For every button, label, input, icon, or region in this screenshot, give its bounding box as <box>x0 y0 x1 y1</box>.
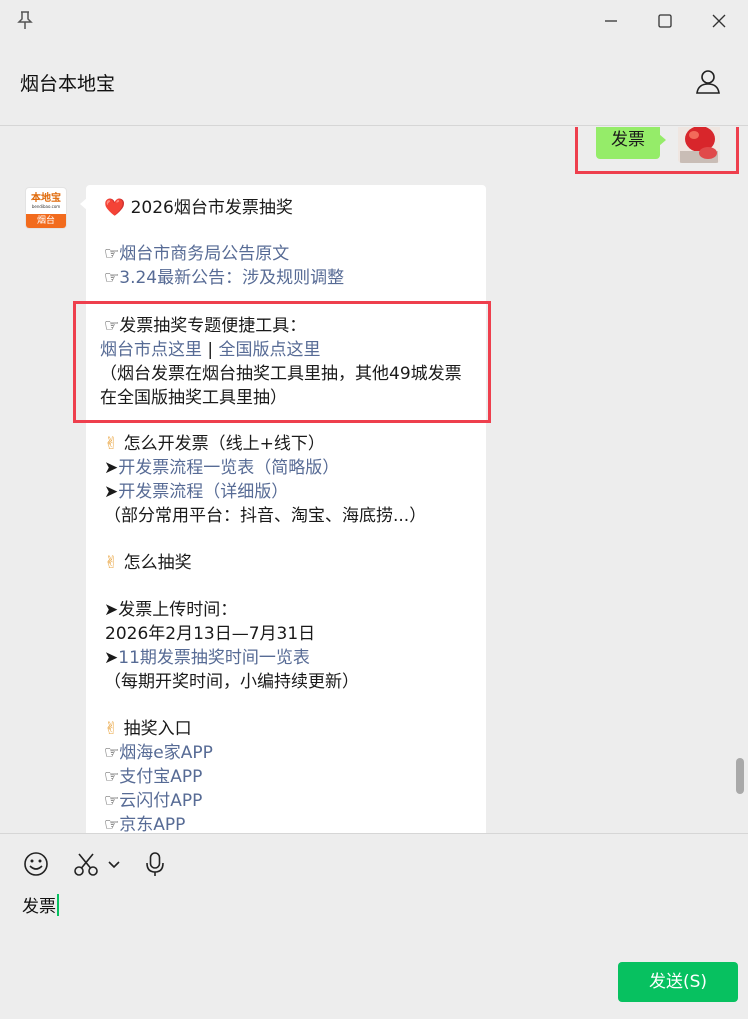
message-heading: 2026烟台市发票抽奖 <box>130 198 293 218</box>
link-entry-jd[interactable]: 京东APP <box>119 815 185 833</box>
scissors-icon[interactable] <box>72 850 100 878</box>
microphone-icon[interactable] <box>141 850 169 878</box>
link-separator: | <box>207 340 214 360</box>
link-update[interactable]: 3.24最新公告：涉及规则调整 <box>119 268 344 288</box>
tools-note-line1: （烟台发票在烟台抽奖工具里抽，其他49城发票 <box>100 364 462 384</box>
pointer-icon: ☞ <box>104 316 120 336</box>
close-icon[interactable] <box>708 10 730 32</box>
upload-time-label: 发票上传时间： <box>118 600 238 620</box>
tools-title: 发票抽奖专题便捷工具： <box>119 316 307 336</box>
chat-header: 烟台本地宝 <box>0 56 748 126</box>
bot-avatar-city: 烟台 <box>26 214 66 228</box>
heart-icon: ❤️ <box>104 198 126 218</box>
bot-avatar-site: bendibao.com <box>31 204 61 209</box>
link-yantai-tool[interactable]: 烟台市点这里 <box>100 340 202 360</box>
pointer-icon: ☞ <box>104 815 120 833</box>
link-national-tool[interactable]: 全国版点这里 <box>219 340 321 360</box>
profile-icon[interactable] <box>694 68 722 96</box>
window-titlebar <box>0 0 748 40</box>
message-input[interactable]: 发票 <box>22 894 59 920</box>
bot-avatar[interactable]: 本地宝 bendibao.com 烟台 <box>25 187 67 229</box>
how-draw-title: 怎么抽奖 <box>123 553 192 573</box>
schedule-note: （每期开奖时间，小编持续更新） <box>104 672 359 692</box>
avatar-image <box>678 127 720 163</box>
send-button[interactable]: 发送(S) <box>618 962 738 1002</box>
minimize-icon[interactable] <box>600 10 622 32</box>
platforms-note: （部分常用平台：抖音、淘宝、海底捞...） <box>104 506 427 526</box>
pointer-icon: ☞ <box>104 767 120 787</box>
my-avatar[interactable] <box>678 127 720 163</box>
message-input-text: 发票 <box>22 897 56 917</box>
bot-avatar-brand: 本地宝 <box>31 193 61 204</box>
emoji-icon[interactable] <box>22 850 50 878</box>
link-process-detail[interactable]: 开发票流程（详细版） <box>118 482 288 502</box>
entry-title: 抽奖入口 <box>123 719 192 739</box>
incoming-message-bubble: ❤️ 2026烟台市发票抽奖 ☞烟台市商务局公告原文 ☞3.24最新公告：涉及规… <box>80 185 486 833</box>
outgoing-message-bubble[interactable]: 发票 <box>596 127 666 159</box>
pointer-icon: ☞ <box>104 791 120 811</box>
link-schedule[interactable]: 11期发票抽奖时间一览表 <box>118 648 310 668</box>
upload-time-value: 2026年2月13日—7月31日 <box>105 624 316 644</box>
composer: 发票 发送(S) <box>0 833 748 1019</box>
link-notice[interactable]: 烟台市商务局公告原文 <box>119 244 289 264</box>
link-entry-yanhai[interactable]: 烟海e家APP <box>119 743 213 763</box>
arrow-icon: ➤ <box>104 648 119 668</box>
tools-note-line2: 在全国版抽奖工具里抽） <box>100 388 287 408</box>
link-entry-alipay[interactable]: 支付宝APP <box>119 767 202 787</box>
arrow-icon: ➤ <box>104 458 119 478</box>
chat-title: 烟台本地宝 <box>20 73 116 95</box>
arrow-icon: ➤ <box>104 482 119 502</box>
link-process-brief[interactable]: 开发票流程一览表（简略版） <box>118 458 339 478</box>
pointer-icon: ☞ <box>104 268 120 288</box>
maximize-icon[interactable] <box>654 10 676 32</box>
victory-hand-icon: ✌ <box>104 553 119 573</box>
how-invoice-title: 怎么开发票（线上+线下） <box>123 434 325 454</box>
scrollbar-thumb[interactable] <box>736 758 744 794</box>
victory-hand-icon: ✌ <box>104 434 119 454</box>
pointer-icon: ☞ <box>104 743 120 763</box>
message-list[interactable]: 发票 本地宝 bendibao.com 烟台 ❤️ 2026烟台市发票抽奖 ☞烟… <box>0 127 748 833</box>
victory-hand-icon: ✌ <box>104 719 119 739</box>
pointer-icon: ☞ <box>104 244 120 264</box>
chevron-down-icon[interactable] <box>106 850 122 878</box>
link-entry-unionpay[interactable]: 云闪付APP <box>119 791 202 811</box>
text-caret <box>57 894 59 916</box>
pin-icon[interactable] <box>16 10 34 30</box>
arrow-icon: ➤ <box>104 600 119 620</box>
